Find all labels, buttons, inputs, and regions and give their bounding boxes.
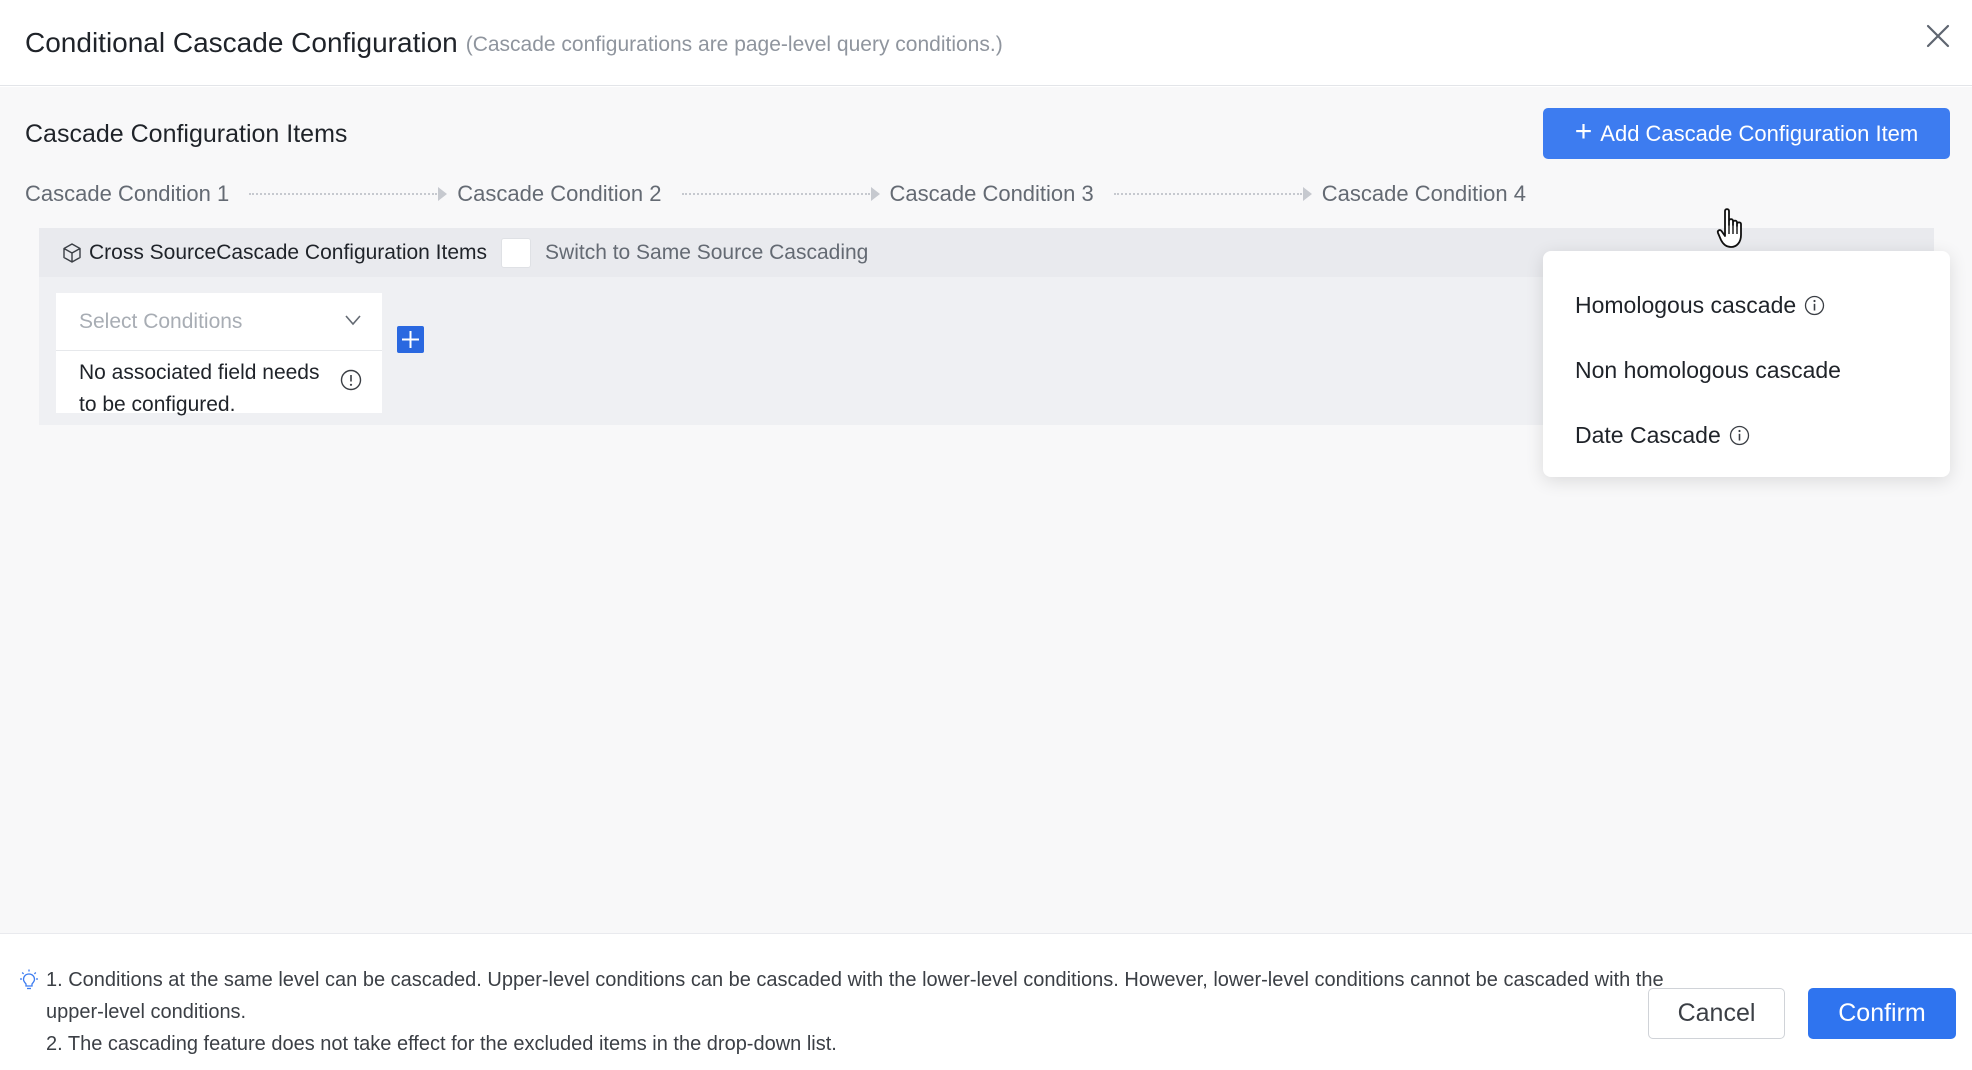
dialog-header: Conditional Cascade Configuration (Casca…: [0, 0, 1972, 86]
step-label-4: Cascade Condition 4: [1321, 181, 1526, 206]
footer-tips: 1. Conditions at the same level can be c…: [46, 964, 1666, 1060]
cascade-type-menu: Homologous cascade Non homologous cascad…: [1543, 251, 1950, 477]
add-button-label: Add Cascade Configuration Item: [1600, 120, 1919, 146]
menu-item-non-homologous-cascade[interactable]: Non homologous cascade: [1543, 338, 1950, 403]
info-icon[interactable]: [1804, 295, 1825, 316]
step-arrow: [249, 187, 448, 201]
close-icon[interactable]: [1922, 20, 1954, 52]
main-area: Cascade Configuration Items + Add Cascad…: [0, 87, 1972, 933]
menu-item-label: Non homologous cascade: [1575, 357, 1841, 383]
info-icon[interactable]: [1729, 425, 1750, 446]
condition-card: Select Conditions No associated field ne…: [56, 293, 382, 416]
add-condition-button[interactable]: [397, 326, 424, 353]
plus-icon: +: [1574, 115, 1593, 148]
switch-label: Switch to Same Source Cascading: [545, 240, 869, 264]
hand-cursor-icon: [1716, 208, 1742, 248]
step-arrow: [681, 187, 880, 201]
same-source-checkbox[interactable]: [501, 237, 532, 268]
plus-icon: [402, 331, 419, 348]
menu-item-label: Homologous cascade: [1575, 292, 1797, 318]
cancel-button[interactable]: Cancel: [1648, 988, 1785, 1039]
info-icon[interactable]: [340, 369, 362, 391]
step-label-2: Cascade Condition 2: [457, 181, 662, 206]
select-placeholder: Select Conditions: [79, 309, 243, 333]
tip-line-2: 2. The cascading feature does not take e…: [46, 1033, 837, 1055]
chevron-down-icon: [345, 315, 361, 326]
confirm-button[interactable]: Confirm: [1808, 988, 1956, 1039]
menu-item-label: Date Cascade: [1575, 422, 1721, 448]
cube-icon: [63, 242, 81, 263]
select-conditions-dropdown[interactable]: Select Conditions: [56, 293, 382, 351]
dialog-subtitle: (Cascade configurations are page-level q…: [465, 33, 1003, 56]
step-label-3: Cascade Condition 3: [889, 181, 1094, 206]
no-field-text: No associated field needs to be configur…: [79, 361, 320, 416]
config-head-label: Cross SourceCascade Configuration Items: [89, 240, 488, 264]
dialog-footer: 1. Conditions at the same level can be c…: [0, 933, 1972, 1070]
menu-item-date-cascade[interactable]: Date Cascade: [1543, 403, 1950, 468]
step-label-1: Cascade Condition 1: [25, 181, 230, 206]
tip-line-1: 1. Conditions at the same level can be c…: [46, 969, 1664, 1023]
lightbulb-icon: [20, 969, 38, 990]
step-arrow: [1113, 187, 1312, 201]
cascade-steps: Cascade Condition 1 Cascade Condition 2 …: [25, 179, 1526, 209]
section-title: Cascade Configuration Items: [25, 120, 348, 148]
add-cascade-configuration-item-button[interactable]: + Add Cascade Configuration Item: [1543, 108, 1950, 159]
menu-item-homologous-cascade[interactable]: Homologous cascade: [1543, 273, 1950, 338]
dialog-title: Conditional Cascade Configuration: [25, 26, 458, 58]
